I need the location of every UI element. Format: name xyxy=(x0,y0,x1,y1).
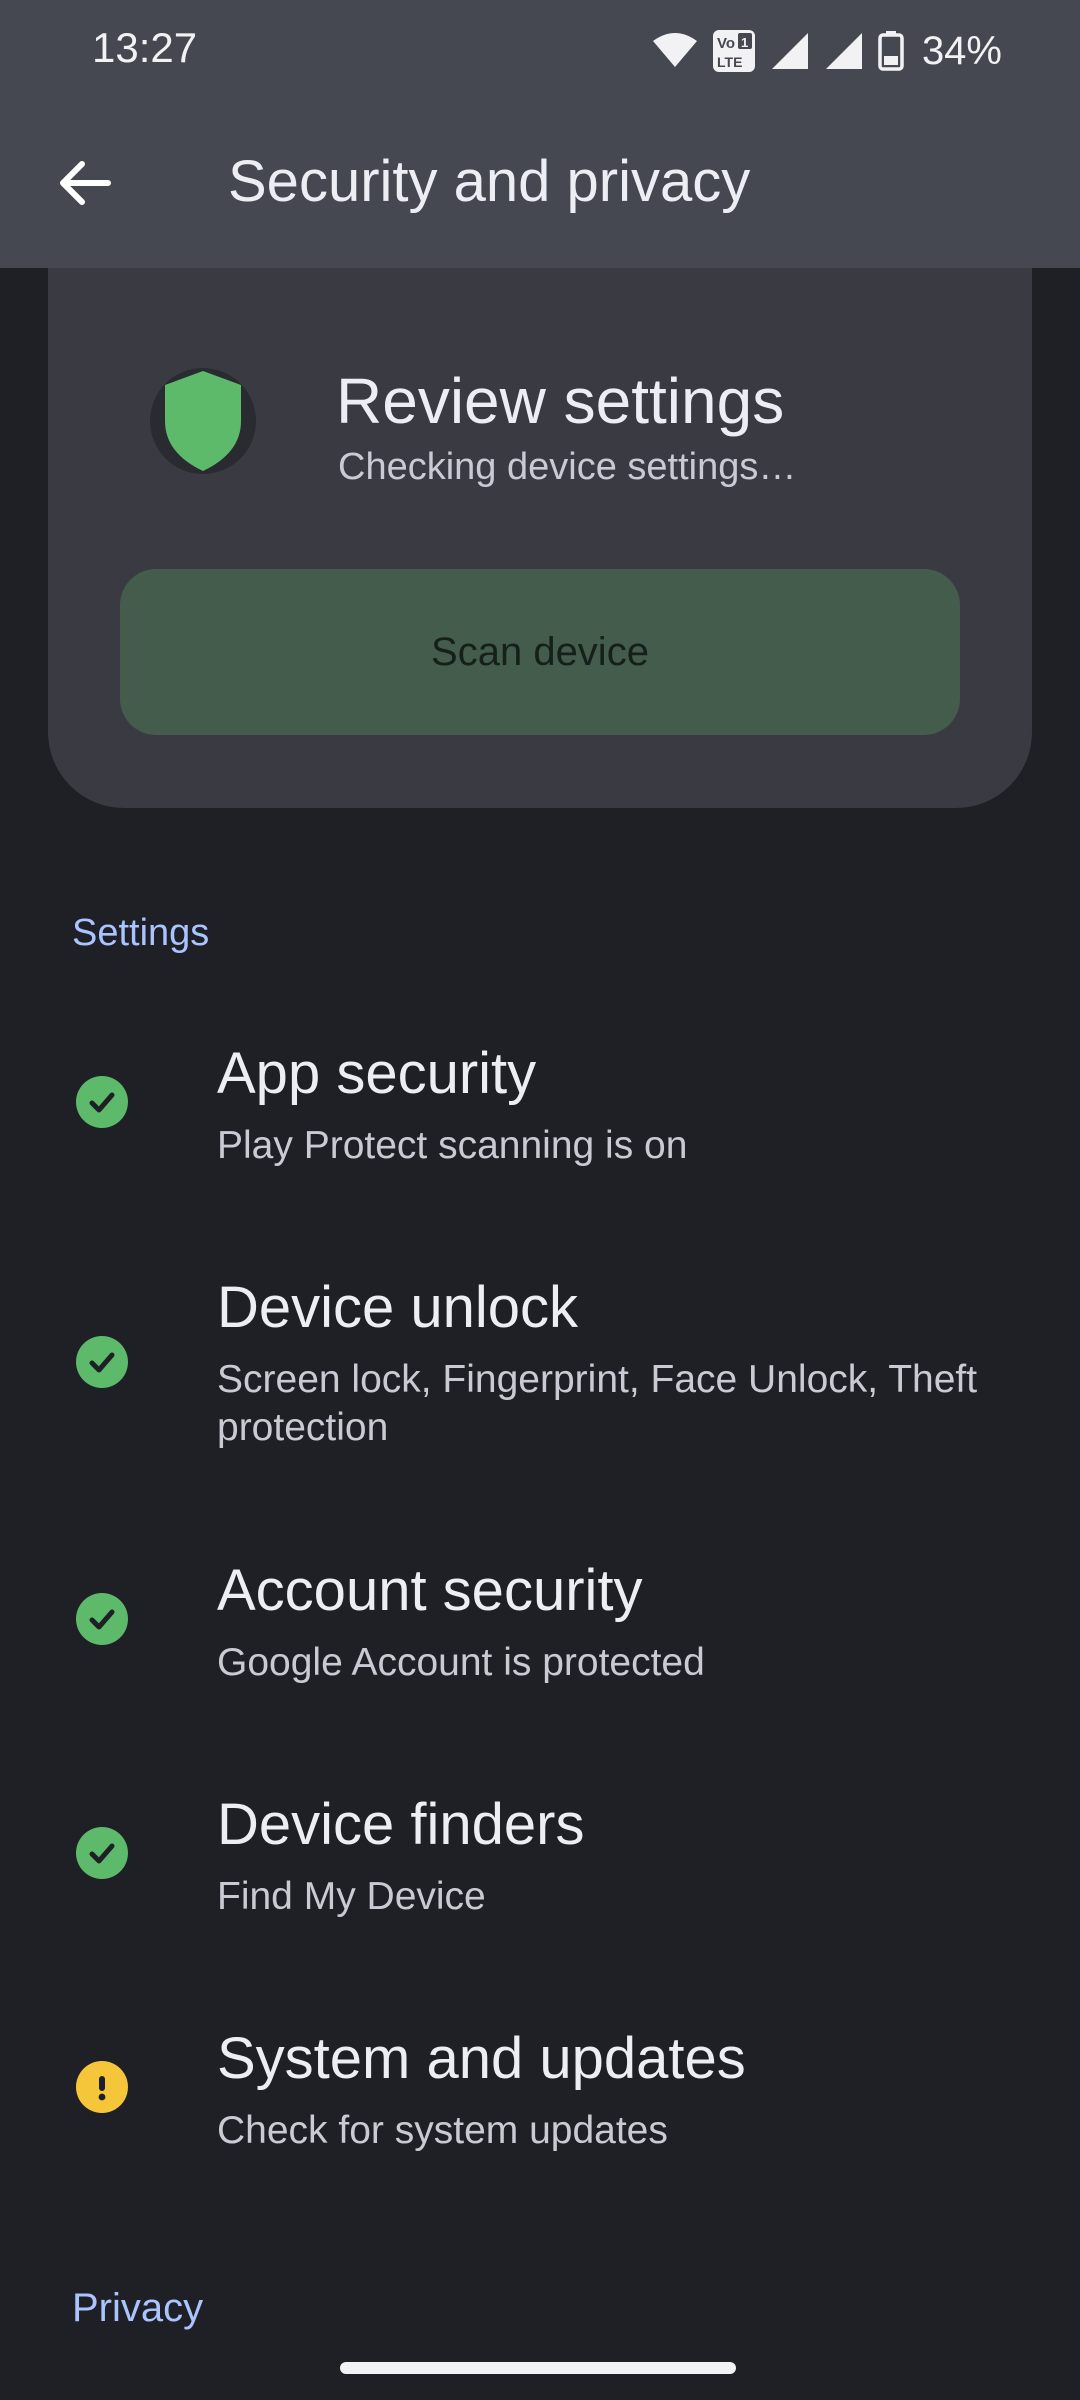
item-title: Device finders xyxy=(217,1792,585,1857)
item-summary: Google Account is protected xyxy=(217,1641,705,1684)
volte-sim-label: 1 xyxy=(741,35,748,50)
check-circle-icon xyxy=(76,1593,128,1645)
app-bar: 13:27 Vo 1 LTE 34% Security and privacy xyxy=(0,0,1080,268)
volte-top-label: Vo xyxy=(717,35,735,52)
item-summary: Play Protect scanning is on xyxy=(217,1124,688,1167)
status-bar: 13:27 Vo 1 LTE 34% xyxy=(0,0,1080,100)
security-privacy-screen: 13:27 Vo 1 LTE 34% Security and privacy … xyxy=(0,0,1080,2400)
settings-item-device-finders[interactable]: Device finders Find My Device xyxy=(0,1791,1080,1941)
review-settings-card: Review settings Checking device settings… xyxy=(48,268,1032,808)
scan-device-button[interactable]: Scan device xyxy=(120,569,960,735)
item-summary: Check for system updates xyxy=(217,2109,668,2152)
check-circle-icon xyxy=(76,1827,128,1879)
battery-icon xyxy=(878,31,904,71)
settings-item-system-updates[interactable]: System and updates Check for system upda… xyxy=(0,2025,1080,2175)
status-time: 13:27 xyxy=(92,24,198,71)
settings-item-app-security[interactable]: App security Play Protect scanning is on xyxy=(0,1040,1080,1190)
status-icons: Vo 1 LTE 34% xyxy=(652,26,1002,76)
wifi-icon xyxy=(652,33,698,69)
item-summary: Screen lock, Fingerprint, Face Unlock, T… xyxy=(217,1358,978,1449)
page-title: Security and privacy xyxy=(228,149,751,214)
review-settings-subtitle: Checking device settings… xyxy=(338,446,797,488)
check-circle-icon xyxy=(76,1336,128,1388)
item-title: App security xyxy=(217,1041,537,1106)
item-title: Device unlock xyxy=(217,1275,579,1340)
item-title: Account security xyxy=(217,1558,643,1623)
item-title: System and updates xyxy=(217,2026,746,2091)
gesture-navigation-handle[interactable] xyxy=(340,2362,736,2374)
privacy-section-header: Privacy xyxy=(72,2286,204,2330)
review-settings-title: Review settings xyxy=(336,365,785,437)
settings-section-header: Settings xyxy=(72,912,210,954)
settings-item-account-security[interactable]: Account security Google Account is prote… xyxy=(0,1557,1080,1707)
back-button[interactable] xyxy=(40,138,130,228)
item-summary: Find My Device xyxy=(217,1875,486,1918)
warning-circle-icon xyxy=(76,2061,128,2113)
battery-percent: 34% xyxy=(921,28,1002,73)
signal-icon xyxy=(770,31,810,71)
volte-lte-label: LTE xyxy=(717,54,742,70)
settings-item-device-unlock[interactable]: Device unlock Screen lock, Fingerprint, … xyxy=(0,1274,1080,1474)
check-circle-icon xyxy=(76,1076,128,1128)
arrow-back-icon xyxy=(60,161,111,205)
volte-icon: Vo 1 LTE xyxy=(712,29,756,73)
signal-icon-2 xyxy=(824,31,864,71)
shield-icon xyxy=(150,368,256,474)
